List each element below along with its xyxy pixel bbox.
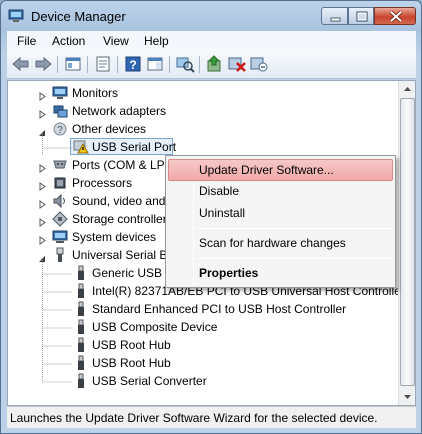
disable-icon[interactable]: [249, 55, 269, 73]
toolbar-separator: [169, 56, 170, 73]
uninstall-icon[interactable]: [227, 55, 247, 73]
menu-file[interactable]: File: [17, 34, 36, 48]
menu-view[interactable]: View: [103, 34, 129, 48]
minimize-button[interactable]: [321, 7, 348, 25]
action-pane-icon[interactable]: [145, 55, 165, 73]
scroll-up-arrow-icon[interactable]: [400, 81, 415, 97]
back-icon[interactable]: [11, 55, 31, 73]
context-menu: Update Driver Software... Disable Uninst…: [165, 155, 396, 288]
toolbar-separator: [57, 56, 58, 73]
update-driver-icon[interactable]: [205, 55, 225, 73]
menu-bar: File Action View Help: [7, 31, 416, 51]
menu-item-scan-hardware[interactable]: Scan for hardware changes: [168, 232, 393, 254]
menu-item-uninstall[interactable]: Uninstall: [168, 202, 393, 224]
scan-hardware-icon[interactable]: [175, 55, 195, 73]
status-text: Launches the Update Driver Software Wiza…: [10, 411, 378, 425]
menu-separator: [196, 228, 392, 229]
properties-icon[interactable]: [93, 55, 113, 73]
menu-item-disable[interactable]: Disable: [168, 180, 393, 202]
scroll-thumb[interactable]: [400, 98, 415, 386]
maximize-button[interactable]: [348, 7, 374, 25]
menu-item-update-driver[interactable]: Update Driver Software...: [168, 159, 393, 181]
forward-icon[interactable]: [33, 55, 53, 73]
vertical-scrollbar[interactable]: [398, 81, 415, 405]
device-manager-app-icon: [8, 9, 24, 23]
menu-separator: [196, 258, 392, 259]
toolbar: ?: [7, 51, 416, 79]
menu-item-properties[interactable]: Properties: [168, 262, 393, 284]
toolbar-separator: [199, 56, 200, 73]
help-icon[interactable]: ?: [123, 55, 143, 73]
device-manager-window: Device Manager File Action View Help ? M…: [0, 0, 422, 434]
menu-action[interactable]: Action: [52, 34, 85, 48]
menu-help[interactable]: Help: [144, 34, 169, 48]
scroll-down-arrow-icon[interactable]: [400, 389, 415, 405]
close-button[interactable]: [374, 7, 416, 25]
show-hide-console-tree-icon[interactable]: [63, 55, 83, 73]
title-bar[interactable]: Device Manager: [1, 1, 421, 31]
window-title: Device Manager: [31, 9, 126, 24]
toolbar-separator: [117, 56, 118, 73]
status-bar: Launches the Update Driver Software Wiza…: [7, 406, 416, 428]
toolbar-separator: [87, 56, 88, 73]
svg-text:?: ?: [129, 58, 136, 72]
